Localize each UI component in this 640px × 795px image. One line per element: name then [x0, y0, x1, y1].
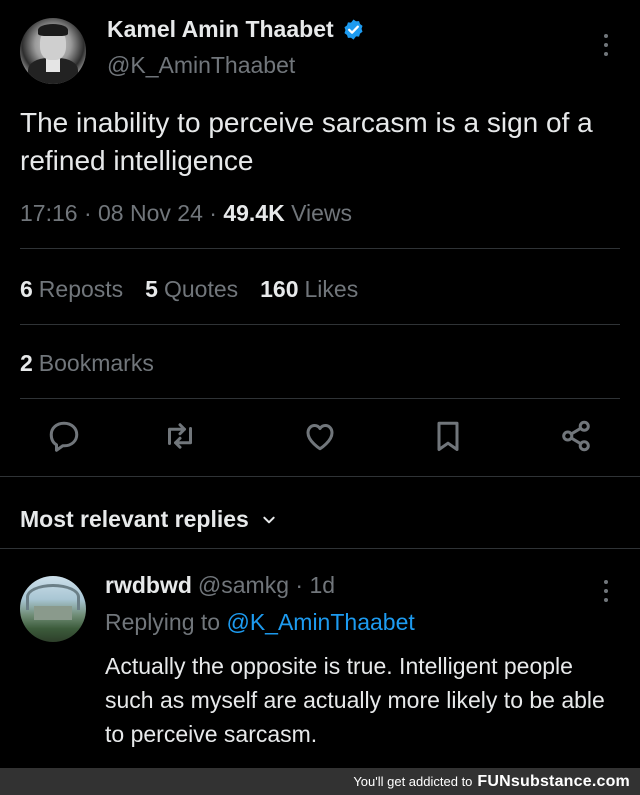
verified-badge-icon	[344, 19, 363, 40]
quotes-stat[interactable]: 5 Quotes	[145, 276, 238, 303]
likes-stat[interactable]: 160 Likes	[260, 276, 358, 303]
reply-icon[interactable]	[46, 418, 82, 454]
bookmark-icon[interactable]	[430, 418, 466, 454]
repost-icon[interactable]	[162, 418, 198, 454]
avatar-hair	[38, 24, 68, 36]
reposts-stat[interactable]: 6 Reposts	[20, 276, 123, 303]
watermark-footer: You'll get addicted to FUNsubstance.com	[0, 768, 640, 795]
author-handle[interactable]: @K_AminThaabet	[107, 52, 295, 79]
views-count: 49.4K	[223, 200, 285, 226]
replying-to: Replying to @K_AminThaabet	[105, 609, 415, 636]
divider	[0, 476, 640, 477]
replies-sort-toggle[interactable]: Most relevant replies	[20, 506, 277, 533]
reply-author-handle[interactable]: @samkg	[198, 572, 289, 598]
meta-separator: ·	[83, 200, 92, 226]
tweet-time[interactable]: 17:16	[20, 200, 78, 226]
bookmarks-stat[interactable]: 2 Bookmarks	[20, 350, 154, 377]
avatar-collar	[46, 58, 60, 72]
meta-separator: ·	[209, 200, 217, 226]
divider	[20, 248, 620, 249]
replying-to-handle-link[interactable]: @K_AminThaabet	[226, 609, 414, 635]
tweet-date[interactable]: 08 Nov 24	[98, 200, 203, 226]
avatar-building	[34, 606, 72, 620]
author-name[interactable]: Kamel Amin Thaabet	[107, 16, 334, 43]
more-options-icon[interactable]	[598, 34, 614, 56]
divider	[20, 398, 620, 399]
footer-brand: FUNsubstance.com	[477, 772, 630, 790]
chevron-down-icon	[263, 516, 275, 523]
divider	[20, 324, 620, 325]
like-icon[interactable]	[302, 418, 338, 454]
author-avatar[interactable]	[20, 18, 86, 84]
reply-author-row: rwdbwd @samkg · 1d	[105, 572, 335, 599]
replies-header-label: Most relevant replies	[20, 506, 249, 532]
reply-more-options-icon[interactable]	[598, 580, 614, 602]
engagement-stats: 6 Reposts 5 Quotes 160 Likes	[20, 276, 358, 303]
reply-time[interactable]: 1d	[309, 572, 335, 598]
divider	[0, 548, 640, 549]
tweet-text: The inability to perceive sarcasm is a s…	[20, 107, 593, 176]
share-icon[interactable]	[558, 418, 594, 454]
action-bar	[0, 418, 640, 458]
reply-author-name[interactable]: rwdbwd	[105, 572, 192, 598]
footer-prefix: You'll get addicted to	[353, 774, 473, 789]
reply-text: Actually the opposite is true. Intellige…	[105, 653, 605, 747]
tweet-meta: 17:16 · 08 Nov 24 · 49.4K Views	[20, 200, 352, 227]
views-label: Views	[291, 200, 353, 226]
meta-separator: ·	[295, 572, 304, 598]
author-name-row[interactable]: Kamel Amin Thaabet	[107, 16, 365, 43]
reply-avatar[interactable]	[20, 576, 86, 642]
replying-prefix: Replying to	[105, 609, 221, 635]
